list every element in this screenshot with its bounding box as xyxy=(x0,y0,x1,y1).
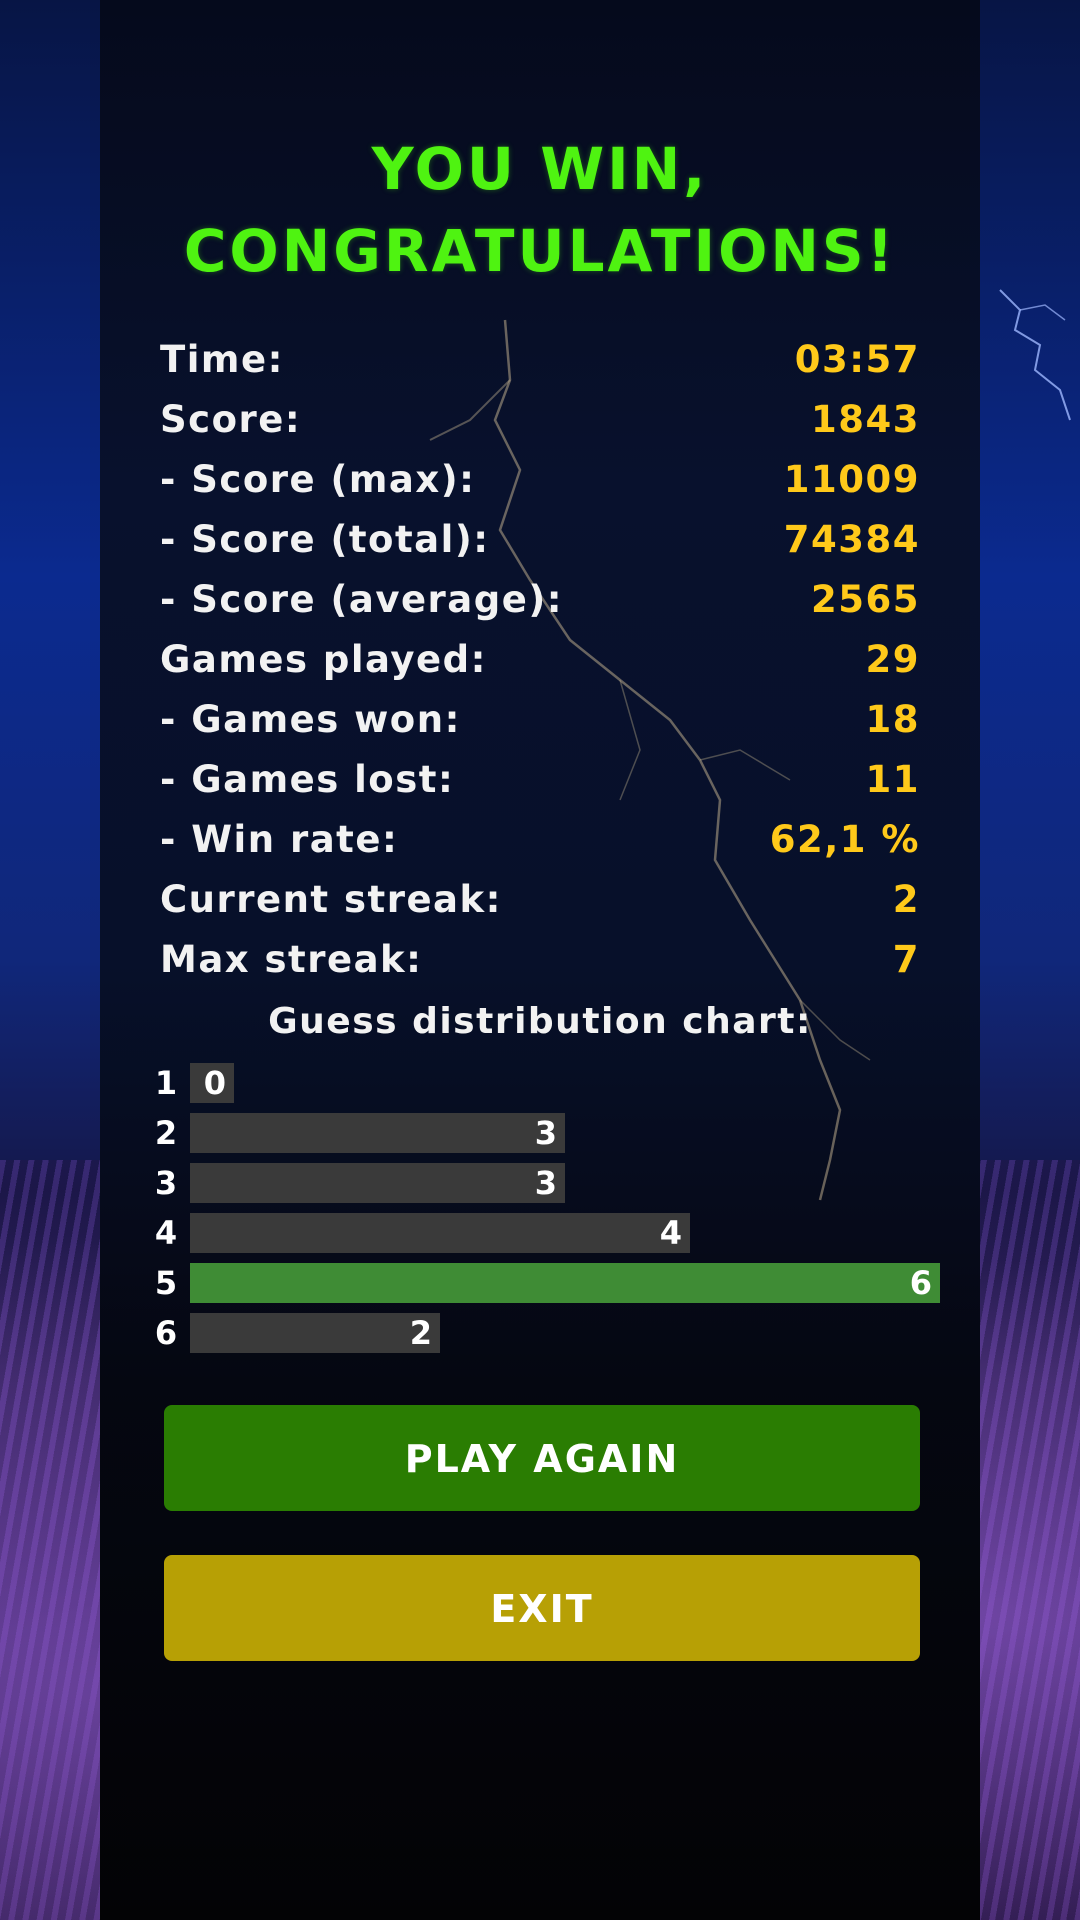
stat-value: 2 xyxy=(892,878,920,921)
chart-value-label: 2 xyxy=(409,1314,432,1352)
win-title-line1: YOU WIN, xyxy=(371,135,709,203)
chart-category-label: 6 xyxy=(154,1314,178,1352)
play-again-button[interactable]: PLAY AGAIN xyxy=(164,1405,920,1511)
chart-category-label: 3 xyxy=(154,1164,178,1202)
stat-value: 2565 xyxy=(811,578,920,621)
stat-label: - Score (total): xyxy=(160,518,490,561)
chart-row: 44 xyxy=(150,1213,950,1253)
stat-value: 03:57 xyxy=(794,338,920,381)
chart-value-label: 6 xyxy=(909,1264,932,1302)
stat-label: - Win rate: xyxy=(160,818,399,861)
stat-games-won: - Games won: 18 xyxy=(160,690,920,750)
stat-label: Time: xyxy=(160,338,284,381)
stat-value: 1843 xyxy=(811,398,920,441)
stat-value: 11009 xyxy=(783,458,920,501)
stat-label: - Games won: xyxy=(160,698,461,741)
stat-score: Score: 1843 xyxy=(160,390,920,450)
win-title-line2: CONGRATULATIONS! xyxy=(183,217,897,285)
stat-value: 11 xyxy=(865,758,920,801)
chart-row: 23 xyxy=(150,1113,950,1153)
chart-value-label: 0 xyxy=(203,1064,226,1102)
stat-score-max: - Score (max): 11009 xyxy=(160,450,920,510)
chart-title: Guess distribution chart: xyxy=(268,1001,812,1042)
chart-bar: 0 xyxy=(190,1063,234,1103)
stat-label: - Games lost: xyxy=(160,758,455,801)
win-title: YOU WIN, CONGRATULATIONS! xyxy=(100,128,980,292)
chart-row: 56 xyxy=(150,1263,950,1303)
stat-label: - Score (average): xyxy=(160,578,564,621)
chart-bar: 3 xyxy=(190,1163,565,1203)
chart-bar: 3 xyxy=(190,1113,565,1153)
chart-value-label: 4 xyxy=(659,1214,682,1252)
stat-max-streak: Max streak: 7 xyxy=(160,930,920,990)
chart-category-label: 1 xyxy=(154,1064,178,1102)
stat-value: 29 xyxy=(865,638,920,681)
chart-row: 10 xyxy=(150,1063,950,1103)
stat-score-total: - Score (total): 74384 xyxy=(160,510,920,570)
stat-value: 7 xyxy=(892,938,920,981)
lightning-background-right xyxy=(999,289,1071,421)
chart-category-label: 4 xyxy=(154,1214,178,1252)
chart-value-label: 3 xyxy=(534,1164,557,1202)
stat-label: Games played: xyxy=(160,638,487,681)
guess-distribution-chart: 102333445662 xyxy=(150,1063,950,1363)
chart-category-label: 5 xyxy=(154,1264,178,1302)
stat-value: 18 xyxy=(865,698,920,741)
stat-label: Current streak: xyxy=(160,878,502,921)
chart-value-label: 3 xyxy=(534,1114,557,1152)
chart-row: 62 xyxy=(150,1313,950,1353)
stat-games-lost: - Games lost: 11 xyxy=(160,750,920,810)
stat-win-rate: - Win rate: 62,1 % xyxy=(160,810,920,870)
stat-label: Max streak: xyxy=(160,938,423,981)
stat-current-streak: Current streak: 2 xyxy=(160,870,920,930)
chart-category-label: 2 xyxy=(154,1114,178,1152)
stat-value: 62,1 % xyxy=(769,818,920,861)
stat-time: Time: 03:57 xyxy=(160,330,920,390)
stat-score-average: - Score (average): 2565 xyxy=(160,570,920,630)
chart-bar: 2 xyxy=(190,1313,440,1353)
stat-games-played: Games played: 29 xyxy=(160,630,920,690)
stat-label: - Score (max): xyxy=(160,458,476,501)
stat-label: Score: xyxy=(160,398,302,441)
chart-row: 33 xyxy=(150,1163,950,1203)
chart-bar: 6 xyxy=(190,1263,940,1303)
stats-list: Time: 03:57 Score: 1843 - Score (max): 1… xyxy=(160,330,920,990)
exit-button[interactable]: EXIT xyxy=(164,1555,920,1661)
chart-bar: 4 xyxy=(190,1213,690,1253)
stat-value: 74384 xyxy=(783,518,920,561)
